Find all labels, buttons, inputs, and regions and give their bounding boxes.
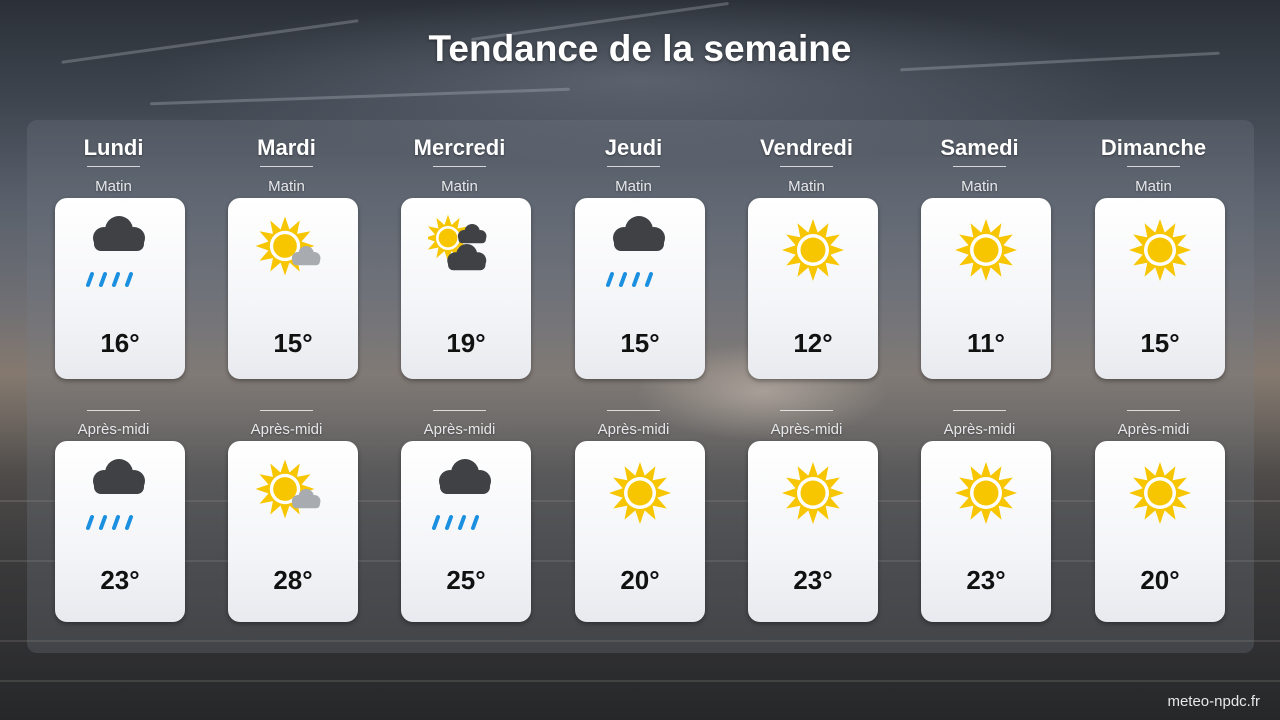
mostly-cloudy-icon: [424, 214, 504, 284]
day-column-mercredi: Mercredi Matin 19° Après-midi 25°: [373, 120, 546, 653]
temperature: 23°: [100, 565, 140, 595]
day-divider: [607, 166, 660, 167]
period-label-morning: Matin: [95, 178, 132, 195]
forecast-card-morning: 16°: [55, 198, 185, 379]
period-label-afternoon: Après-midi: [423, 421, 496, 438]
sun-cloud-icon: [255, 214, 331, 284]
day-name: Dimanche: [1100, 135, 1207, 160]
forecast-card-morning: 19°: [401, 198, 531, 379]
sun-icon: [948, 214, 1024, 284]
forecast-card-morning: 11°: [921, 198, 1051, 379]
temperature: 25°: [446, 565, 486, 595]
forecast-card-morning: 12°: [748, 198, 878, 379]
period-divider: [1127, 410, 1180, 411]
page-title: Tendance de la semaine: [428, 28, 852, 69]
cloud-streak: [150, 87, 570, 106]
day-divider: [1127, 166, 1180, 167]
day-divider: [260, 166, 313, 167]
period-divider: [260, 410, 313, 411]
day-column-jeudi: Jeudi Matin 15° Après-midi 20°: [547, 120, 720, 653]
day-name: Samedi: [940, 135, 1019, 160]
forecast-card-afternoon: 20°: [1095, 441, 1225, 622]
temperature: 15°: [273, 328, 313, 358]
temperature: 20°: [1140, 565, 1180, 595]
day-name: Vendredi: [760, 135, 853, 160]
forecast-card-afternoon: 25°: [401, 441, 531, 622]
temperature: 28°: [273, 565, 313, 595]
temperature: 16°: [100, 328, 140, 358]
temperature: 19°: [446, 328, 486, 358]
rain-icon: [82, 214, 158, 287]
period-label-morning: Matin: [441, 178, 478, 195]
temperature: 23°: [793, 565, 833, 595]
period-divider: [87, 410, 140, 411]
period-label-afternoon: Après-midi: [597, 421, 670, 438]
forecast-card-morning: 15°: [228, 198, 358, 379]
period-label-morning: Matin: [615, 178, 652, 195]
day-divider: [433, 166, 486, 167]
day-divider: [87, 166, 140, 167]
rain-icon: [428, 457, 504, 530]
period-label-afternoon: Après-midi: [770, 421, 843, 438]
day-divider: [780, 166, 833, 167]
sun-cloud-icon: [255, 457, 331, 527]
sun-icon: [775, 457, 851, 527]
period-label-morning: Matin: [788, 178, 825, 195]
period-label-morning: Matin: [268, 178, 305, 195]
sun-icon: [948, 457, 1024, 527]
temperature: 15°: [1140, 328, 1180, 358]
day-name: Jeudi: [604, 135, 663, 160]
period-label-morning: Matin: [961, 178, 998, 195]
forecast-panel: Lundi Matin 16° Après-midi 23° Mardi Mat…: [27, 120, 1254, 653]
sun-icon: [775, 214, 851, 284]
forecast-card-morning: 15°: [1095, 198, 1225, 379]
period-divider: [607, 410, 660, 411]
forecast-card-afternoon: 20°: [575, 441, 705, 622]
forecast-card-afternoon: 23°: [921, 441, 1051, 622]
day-name: Lundi: [83, 135, 144, 160]
day-column-lundi: Lundi Matin 16° Après-midi 23°: [27, 120, 200, 653]
period-label-afternoon: Après-midi: [77, 421, 150, 438]
period-label-afternoon: Après-midi: [250, 421, 323, 438]
forecast-card-afternoon: 23°: [55, 441, 185, 622]
day-divider: [953, 166, 1006, 167]
sea-reflection: [0, 680, 1280, 682]
forecast-card-morning: 15°: [575, 198, 705, 379]
period-label-morning: Matin: [1135, 178, 1172, 195]
day-column-vendredi: Vendredi Matin 12° Après-midi 23°: [720, 120, 893, 653]
period-divider: [433, 410, 486, 411]
forecast-card-afternoon: 28°: [228, 441, 358, 622]
day-name: Mardi: [257, 135, 316, 160]
sun-icon: [602, 457, 678, 527]
period-label-afternoon: Après-midi: [943, 421, 1016, 438]
day-column-samedi: Samedi Matin 11° Après-midi 23°: [893, 120, 1066, 653]
day-name: Mercredi: [413, 135, 506, 160]
period-divider: [953, 410, 1006, 411]
sun-icon: [1122, 457, 1198, 527]
temperature: 12°: [793, 328, 833, 358]
day-column-mardi: Mardi Matin 15° Après-midi 28°: [200, 120, 373, 653]
temperature: 20°: [620, 565, 660, 595]
period-label-afternoon: Après-midi: [1117, 421, 1190, 438]
forecast-card-afternoon: 23°: [748, 441, 878, 622]
sun-icon: [1122, 214, 1198, 284]
temperature: 15°: [620, 328, 660, 358]
temperature: 11°: [967, 328, 1005, 358]
day-column-dimanche: Dimanche Matin 15° Après-midi 20°: [1067, 120, 1240, 653]
rain-icon: [82, 457, 158, 530]
rain-icon: [602, 214, 678, 287]
temperature: 23°: [966, 565, 1006, 595]
period-divider: [780, 410, 833, 411]
site-credit: meteo-npdc.fr: [1167, 693, 1260, 710]
